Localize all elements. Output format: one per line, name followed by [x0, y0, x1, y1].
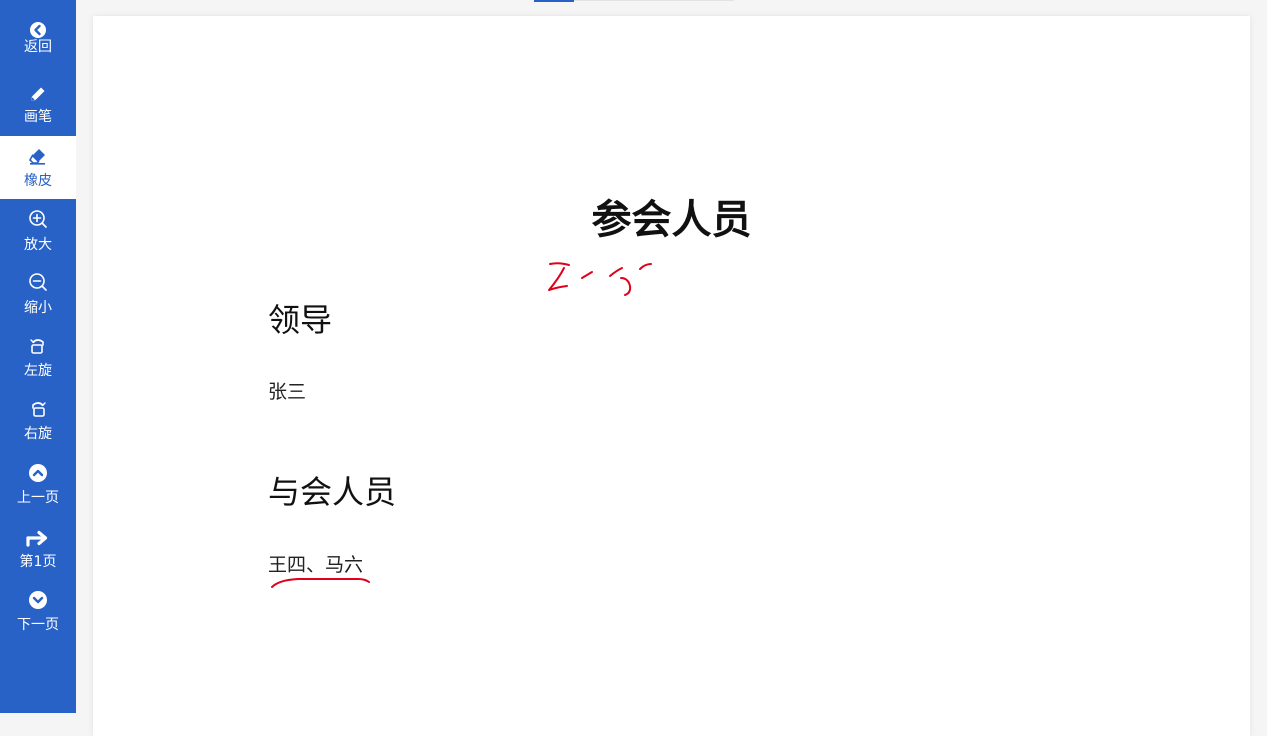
ink-stroke: [271, 577, 370, 588]
ink-stroke: [609, 267, 623, 277]
previous-page-label: 上一页: [17, 490, 59, 506]
zoom-in-button[interactable]: 放大: [0, 199, 76, 262]
annotation-ink-layer[interactable]: [93, 16, 1250, 713]
rotate-right-label: 右旋: [24, 426, 52, 442]
ink-stroke: [581, 271, 593, 279]
page-indicator-label: 第1页: [19, 554, 57, 570]
document-title: 参会人员: [591, 197, 752, 243]
rotate-right-button[interactable]: 右旋: [0, 388, 76, 451]
rotate-left-label: 左旋: [24, 363, 52, 379]
zoom-in-icon: [28, 209, 48, 229]
chevron-down-circle-icon: [28, 590, 48, 610]
zoom-in-label: 放大: [24, 237, 52, 253]
ink-stroke: [548, 267, 568, 291]
pen-button[interactable]: 画笔: [0, 72, 76, 135]
ink-stroke: [639, 263, 652, 270]
next-page-label: 下一页: [17, 617, 59, 633]
chevron-up-circle-icon: [28, 463, 48, 483]
rotate-left-button[interactable]: 左旋: [0, 325, 76, 388]
section-content-leaders: 张三: [268, 381, 307, 403]
section-content-attendees: 王四、马六: [268, 554, 364, 576]
eraser-icon: [28, 146, 48, 166]
page-scroll-indicator: [534, 0, 574, 2]
rotate-right-icon: [28, 399, 48, 419]
page-indicator-button[interactable]: 第1页: [0, 515, 76, 578]
document-page[interactable]: 参会人员 领导 张三 与会人员 王四、马六: [93, 16, 1250, 736]
zoom-out-label: 缩小: [24, 300, 52, 316]
ink-stroke: [620, 277, 632, 296]
eraser-button[interactable]: 橡皮: [0, 136, 76, 199]
pen-label: 画笔: [24, 109, 52, 125]
toolbar-sidebar: 返回 画笔 橡皮 放大 缩小 左旋 右旋 上一页 第1页 下一页: [0, 0, 76, 713]
zoom-out-button[interactable]: 缩小: [0, 262, 76, 325]
next-page-button[interactable]: 下一页: [0, 578, 76, 641]
arrow-right-icon: [26, 529, 50, 549]
eraser-label: 橡皮: [24, 173, 52, 189]
page-scroll-track: [574, 0, 734, 1]
pencil-icon: [28, 84, 48, 104]
back-label: 返回: [24, 39, 52, 55]
rotate-left-icon: [28, 336, 48, 356]
section-heading-leaders: 领导: [268, 301, 333, 339]
section-heading-attendees: 与会人员: [268, 473, 397, 511]
zoom-out-icon: [28, 272, 48, 292]
previous-page-button[interactable]: 上一页: [0, 451, 76, 514]
chevron-left-circle-icon: [28, 20, 48, 40]
ink-stroke: [549, 262, 570, 266]
back-button[interactable]: 返回: [0, 8, 76, 71]
